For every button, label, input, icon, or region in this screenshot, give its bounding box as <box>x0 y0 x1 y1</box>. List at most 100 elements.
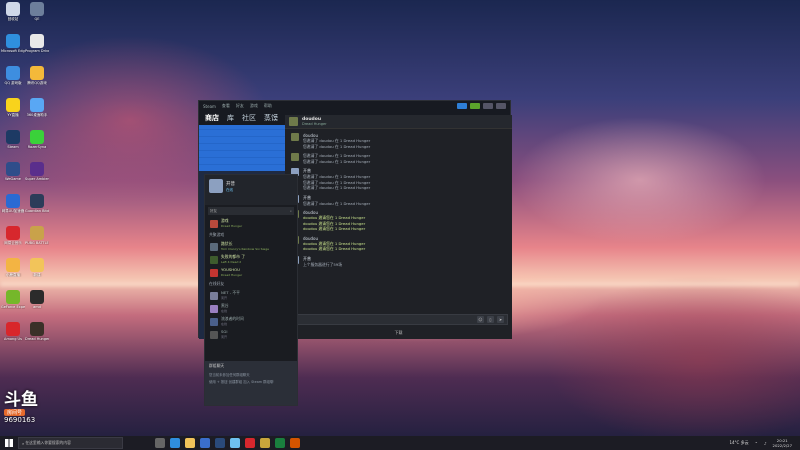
desktop-icon[interactable]: QE <box>25 2 49 32</box>
app-icon <box>6 258 20 272</box>
friends-section-title[interactable]: 在线好友 <box>205 279 297 289</box>
desktop-icon[interactable]: 新建 <box>25 258 49 288</box>
desktop-icon[interactable]: 网易UU加速器 <box>1 194 25 224</box>
friends-list-window[interactable]: 开普 在线 好友 ⌕ 游戏 Dread Hunger 共聚游戏 路伏长 Tom Clan… <box>204 174 298 406</box>
friend-item[interactable]: YOUSHOU Dread Hunger <box>205 266 297 279</box>
app-icon[interactable] <box>275 438 285 448</box>
steam-menu-games[interactable]: 游戏 <box>250 103 258 109</box>
douyu-room-tag: 房间号 <box>4 409 26 416</box>
yy-icon <box>6 98 20 112</box>
desktop-icon[interactable]: 网易云音乐 <box>1 226 25 256</box>
app-icon[interactable] <box>260 438 270 448</box>
desktop-icon-label: 网易云音乐 <box>4 241 22 245</box>
desktop-icon[interactable]: Steam <box>1 130 25 160</box>
system-tray: 14°C 多云 ⌃ ♪ 20:21 2022/2/27 <box>729 438 800 448</box>
desktop-icon[interactable]: Among Us <box>1 322 25 352</box>
user-name[interactable]: 开普 <box>226 181 235 187</box>
taskbar-search[interactable]: ⌕ 在这里输入你要搜索的内容 <box>18 437 123 449</box>
desktop-icon[interactable]: QQ 游戏版 <box>1 66 25 96</box>
steam-menu-help[interactable]: 帮助 <box>264 103 272 109</box>
close-button[interactable] <box>496 103 506 109</box>
desktop-icon[interactable]: 腾讯QQ游戏 <box>25 66 49 96</box>
douyu-room-number: 9690163 <box>4 416 36 424</box>
desktop-icon[interactable]: Program Driver <box>25 34 49 64</box>
edge-icon[interactable] <box>170 438 180 448</box>
desktop-icon-label: Steam <box>7 145 19 149</box>
weather-widget[interactable]: 14°C 多云 <box>729 440 748 446</box>
netease-music-icon[interactable] <box>245 438 255 448</box>
message-avatar[interactable] <box>291 133 299 141</box>
minimize-button[interactable] <box>483 103 493 109</box>
user-status[interactable]: 在线 <box>226 188 233 193</box>
douyu-watermark: 斗鱼 房间号 9690163 <box>4 392 58 424</box>
notifications-button[interactable] <box>457 103 467 109</box>
store-banner[interactable] <box>199 125 285 171</box>
friend-activity: Dread Hunger <box>221 272 243 277</box>
desktop-icon-label: Microsoft Edge <box>1 49 25 53</box>
steam-menu-friends[interactable]: 好友 <box>236 103 244 109</box>
nav-store[interactable]: 商店 <box>205 113 219 123</box>
chat-message: 您邀请了 doudou 在 1 Dread Hunger 您邀请了 doudou … <box>289 153 508 164</box>
friends-section-title[interactable]: 共聚游戏 <box>205 230 297 240</box>
friends-search-input[interactable]: 好友 ⌕ <box>208 207 294 215</box>
nav-library[interactable]: 库 <box>227 113 234 123</box>
clock[interactable]: 20:21 2022/2/27 <box>773 438 792 448</box>
volume-icon[interactable]: ♪ <box>764 441 767 446</box>
app-icon <box>30 290 44 304</box>
friend-avatar <box>210 268 218 277</box>
attach-icon[interactable]: ▯ <box>487 316 494 323</box>
desktop-icon[interactable]: Microsoft Edge <box>1 34 25 64</box>
friend-item[interactable]: 失败的都市 了 Left 4 Dead 2 <box>205 253 297 266</box>
desktop-icon[interactable]: 360桌面助手 <box>25 98 49 128</box>
desktop-icon-label: Super Ambient <box>25 177 49 181</box>
desktop-icon[interactable]: 小鹿直播 <box>1 258 25 288</box>
user-avatar[interactable] <box>209 179 223 193</box>
task-view-icon[interactable] <box>155 438 165 448</box>
friend-item[interactable]: NET - 不平 离开 <box>205 289 297 302</box>
friend-avatar <box>210 242 218 251</box>
friend-activity: Tom Clancy's Rainbow Six Siege <box>221 246 270 251</box>
desktop-icon-label: GeForce Experience <box>1 305 25 309</box>
nav-profile[interactable]: 蒸馍 <box>264 113 278 123</box>
start-button[interactable] <box>0 436 18 450</box>
steam-menu-steam[interactable]: Steam <box>203 104 216 109</box>
desktop-icon[interactable]: Guardian Bitdef Ch <box>25 194 49 224</box>
desktop-icon[interactable]: RazerSyna <box>25 130 49 160</box>
chat-messages: doudou 您邀请了 doudou 在 1 Dread Hunger 您邀请了 d… <box>285 131 512 311</box>
desktop-icon[interactable]: Super Ambient <box>25 162 49 192</box>
file-explorer-icon[interactable] <box>185 438 195 448</box>
friend-item[interactable]: 流浪者的时间 在线 <box>205 315 297 328</box>
install-steam-button[interactable] <box>470 103 480 109</box>
chevron-up-icon[interactable]: ⌃ <box>755 441 758 446</box>
wegame-icon <box>6 162 20 176</box>
downloads-status[interactable]: 下载 <box>285 327 512 339</box>
desktop-icon[interactable]: Dread Hunger <box>25 322 49 352</box>
desktop-icon[interactable]: WeGame <box>1 162 25 192</box>
app-icon[interactable] <box>290 438 300 448</box>
chat-input-bar[interactable]: ☺ ▯ ➤ <box>289 314 508 325</box>
store-icon[interactable] <box>200 438 210 448</box>
steam-icon[interactable] <box>215 438 225 448</box>
friend-item[interactable]: SGI 离开 <box>205 328 297 341</box>
group-chat-title[interactable]: 群组聊天 <box>205 361 297 371</box>
nav-community[interactable]: 社区 <box>242 113 256 123</box>
contact-avatar[interactable] <box>289 117 298 126</box>
message-avatar[interactable] <box>291 153 299 161</box>
send-icon[interactable]: ➤ <box>497 316 504 323</box>
windows-icon <box>5 439 13 447</box>
friend-item[interactable]: 路伏长 Tom Clancy's Rainbow Six Siege <box>205 240 297 253</box>
desktop-icon[interactable]: 回收站 <box>1 2 25 32</box>
desktop-icon[interactable]: PUBG BATTLEG <box>25 226 49 256</box>
desktop-icon[interactable]: GeForce Experience <box>1 290 25 320</box>
desktop-icon[interactable]: YY直播 <box>1 98 25 128</box>
emoticon-icon[interactable]: ☺ <box>477 316 484 323</box>
taskbar: ⌕ 在这里输入你要搜索的内容 14°C 多云 ⌃ ♪ 20:21 2022/2/… <box>0 436 800 450</box>
steam-menu-view[interactable]: 查看 <box>222 103 230 109</box>
search-icon[interactable]: ⌕ <box>290 209 292 213</box>
friend-item[interactable]: 游戏 Dread Hunger <box>205 217 297 230</box>
friend-activity: 在线 <box>221 321 228 326</box>
desktop-icon-label: 网易UU加速器 <box>1 209 25 213</box>
desktop-icon[interactable]: amd <box>25 290 49 320</box>
friend-item[interactable]: 黑谷 在线 <box>205 302 297 315</box>
app-icon[interactable] <box>230 438 240 448</box>
